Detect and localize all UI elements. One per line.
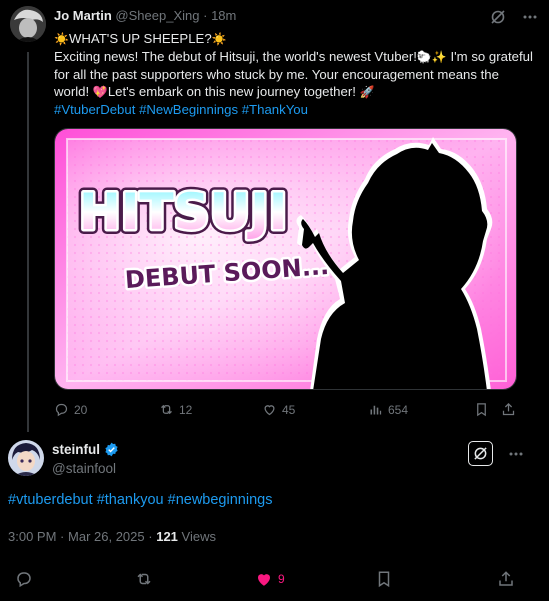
author-handle[interactable]: @stainfool: [52, 461, 116, 476]
share-icon: [499, 571, 513, 586]
reply-author: steinful: [52, 442, 119, 457]
reply-button[interactable]: 20: [54, 402, 87, 417]
avatar[interactable]: [8, 440, 44, 476]
reply-count: 20: [74, 402, 88, 417]
tweet-body: Exciting news! The debut of Hitsuji, the…: [54, 49, 417, 64]
bookmark-button[interactable]: [474, 402, 489, 417]
reply-text: #vtuberdebut #thankyou #newbeginnings: [8, 492, 272, 508]
like-button[interactable]: 45: [262, 402, 295, 417]
repost-button[interactable]: [135, 570, 153, 588]
views-label: Views: [181, 529, 216, 544]
avatar[interactable]: [10, 6, 46, 42]
views-count: 121: [156, 529, 178, 544]
bookmark-icon: [378, 571, 390, 588]
separator: ·: [148, 529, 153, 544]
like-icon: [264, 405, 275, 416]
tweet-meta: 3:00 PM · Mar 26, 2025 · 121 Views: [8, 529, 216, 544]
post-time[interactable]: 3:00 PM: [8, 529, 56, 544]
separator: ·: [60, 529, 65, 544]
heart-emoji-icon: 💖: [92, 85, 108, 99]
like-icon: [258, 574, 270, 586]
parent-tweet[interactable]: Jo Martin @Sheep_Xing · 18m ☀️WHAT'S UP …: [0, 0, 549, 432]
repost-icon: [137, 573, 151, 585]
tweet-actions: 20 12 45 654: [54, 402, 517, 420]
more-icon[interactable]: [521, 8, 539, 26]
tweet-line-1: WHAT'S UP SHEEPLE?: [68, 31, 212, 46]
share-icon: [502, 402, 515, 416]
author-name[interactable]: Jo Martin: [54, 8, 112, 23]
tweet-body-3: Let's embark on this new journey togethe…: [107, 84, 356, 99]
share-button[interactable]: [497, 570, 515, 588]
reply-top-actions: [468, 441, 525, 466]
repost-icon: [161, 404, 172, 415]
grok-button[interactable]: [468, 441, 493, 466]
verified-icon: [105, 442, 118, 457]
rocket-emoji-icon: 🚀: [359, 85, 375, 99]
reply-icon: [17, 572, 31, 588]
repost-button[interactable]: 12: [159, 402, 192, 417]
like-count: 9: [278, 572, 285, 586]
tweet-media-image[interactable]: HITSUJI HITSUJI HITSUJI DEBUT SOON... DE…: [54, 128, 517, 390]
sheep-emoji-icon: 🐑: [416, 50, 432, 64]
sparkles-emoji-icon: ✨: [431, 50, 447, 64]
tweet-header: Jo Martin @Sheep_Xing · 18m: [54, 8, 236, 24]
separator: ·: [203, 8, 208, 23]
sun-emoji-icon: ☀️: [54, 32, 69, 46]
sun-emoji-icon: ☀️: [211, 32, 227, 46]
hashtag-link[interactable]: #NewBeginnings: [139, 102, 238, 117]
svg-text:HITSUJI: HITSUJI: [79, 183, 287, 241]
grok-icon: [474, 447, 487, 460]
reply-actions: 9: [0, 570, 549, 590]
image-title-text: HITSUJI HITSUJI HITSUJI: [74, 178, 292, 246]
post-date[interactable]: Mar 26, 2025: [68, 529, 145, 544]
like-count: 45: [282, 402, 296, 417]
hashtag-link[interactable]: #ThankYou: [242, 102, 308, 117]
grok-icon[interactable]: [489, 8, 507, 26]
views-count: 654: [388, 402, 409, 417]
share-button[interactable]: [501, 402, 516, 417]
tweet-top-actions: [489, 8, 539, 26]
reply-button[interactable]: [15, 570, 33, 588]
hashtag-link[interactable]: #thankyou: [97, 492, 164, 508]
more-icon[interactable]: [507, 445, 525, 463]
views-button[interactable]: 654: [368, 402, 408, 417]
like-button[interactable]: 9: [255, 570, 285, 588]
author-handle[interactable]: @Sheep_Xing: [115, 8, 199, 23]
hashtag-link[interactable]: #newbeginnings: [168, 492, 273, 508]
reply-icon: [55, 403, 68, 417]
hashtag-link[interactable]: #vtuberdebut: [8, 492, 93, 508]
repost-count: 12: [179, 402, 193, 417]
author-name[interactable]: steinful: [52, 442, 100, 457]
thread-connector-line: [27, 52, 29, 432]
hashtag-link[interactable]: #VtuberDebut: [54, 102, 135, 117]
views-icon: [370, 405, 382, 415]
bookmark-icon: [477, 403, 486, 417]
bookmark-button[interactable]: [375, 570, 393, 588]
tweet-text: ☀️WHAT'S UP SHEEPLE?☀️ Exciting news! Th…: [54, 30, 534, 118]
timestamp[interactable]: 18m: [211, 8, 236, 23]
